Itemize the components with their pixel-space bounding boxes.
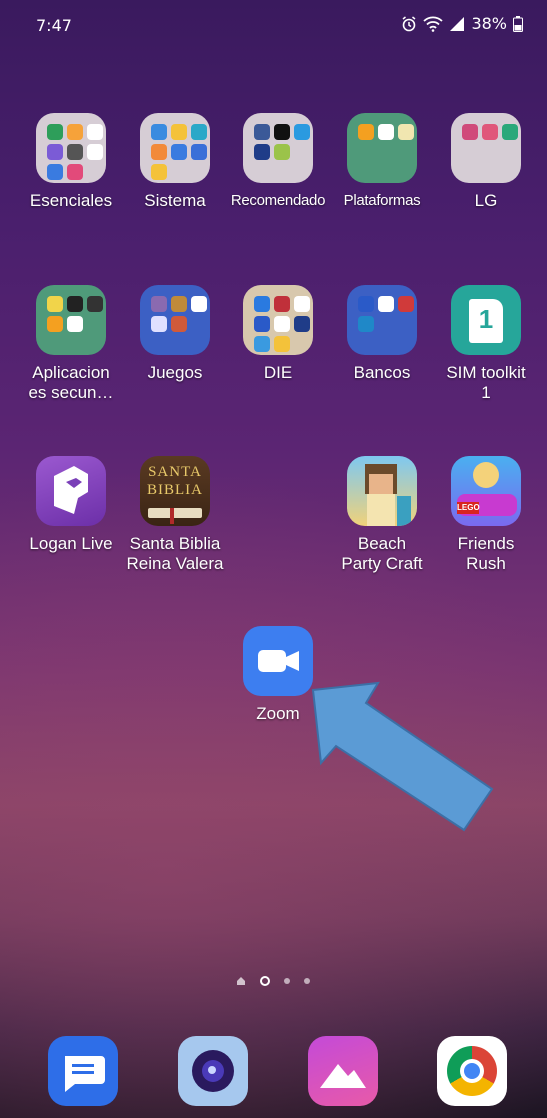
page-dot xyxy=(284,978,290,984)
page-indicator[interactable] xyxy=(236,976,310,986)
gallery-icon[interactable] xyxy=(308,1036,378,1106)
camera-icon[interactable] xyxy=(178,1036,248,1106)
messages-icon[interactable] xyxy=(48,1036,118,1106)
annotation-arrow xyxy=(311,681,494,832)
chrome-icon[interactable] xyxy=(437,1036,507,1106)
page-dot-current xyxy=(260,976,270,986)
page-dot xyxy=(304,978,310,984)
home-screen: 7:47 38% Esenciales Sistema Recomendado … xyxy=(0,0,547,1118)
home-page-icon xyxy=(237,977,245,985)
